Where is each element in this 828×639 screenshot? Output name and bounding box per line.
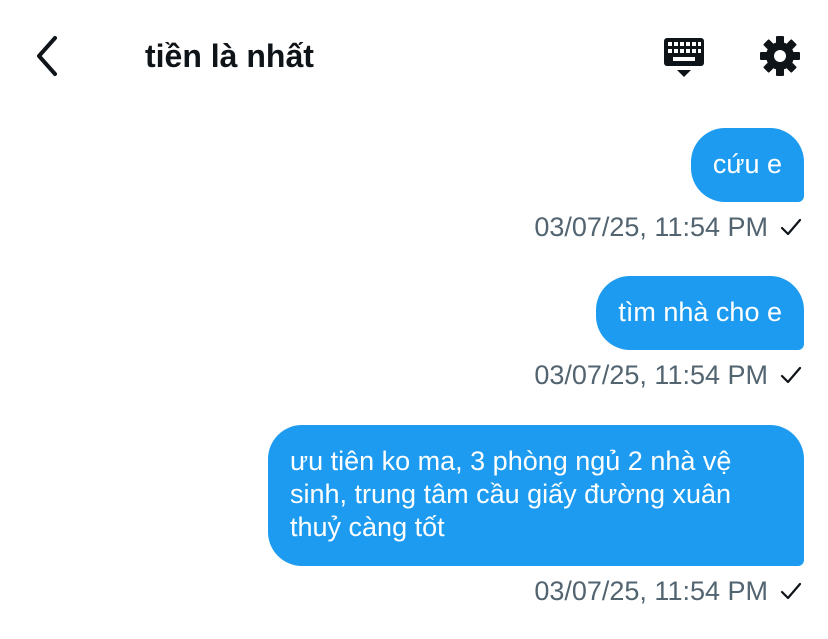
message-meta: 03/07/25, 11:54 PM [534,210,804,244]
message-bubble[interactable]: ưu tiên ko ma, 3 phòng ngủ 2 nhà vệ sinh… [268,425,804,566]
message-bubble[interactable]: tìm nhà cho e [596,276,804,350]
page-title: tiền là nhất [145,38,314,74]
settings-button[interactable] [756,32,804,80]
message-bubble[interactable]: cứu e [690,128,804,202]
keyboard-icon [664,38,704,77]
message-meta: 03/07/25, 11:54 PM [534,574,804,608]
message-text: tìm nhà cho e [618,297,782,327]
message-timestamp: 03/07/25, 11:54 PM [534,359,768,390]
chevron-left-icon [37,36,57,76]
chat-header: tiền là nhất [0,0,828,112]
gear-icon [760,36,800,76]
message-text: cứu e [712,149,782,179]
checkmark-icon [780,218,802,236]
checkmark-icon [780,366,802,384]
keyboard-button[interactable] [660,34,708,82]
message-text: ưu tiên ko ma, 3 phòng ngủ 2 nhà vệ sinh… [290,446,732,542]
message-timestamp: 03/07/25, 11:54 PM [534,575,768,606]
back-button[interactable] [24,32,68,80]
message-timestamp: 03/07/25, 11:54 PM [534,211,768,242]
checkmark-icon [780,582,802,600]
message-meta: 03/07/25, 11:54 PM [534,358,804,392]
